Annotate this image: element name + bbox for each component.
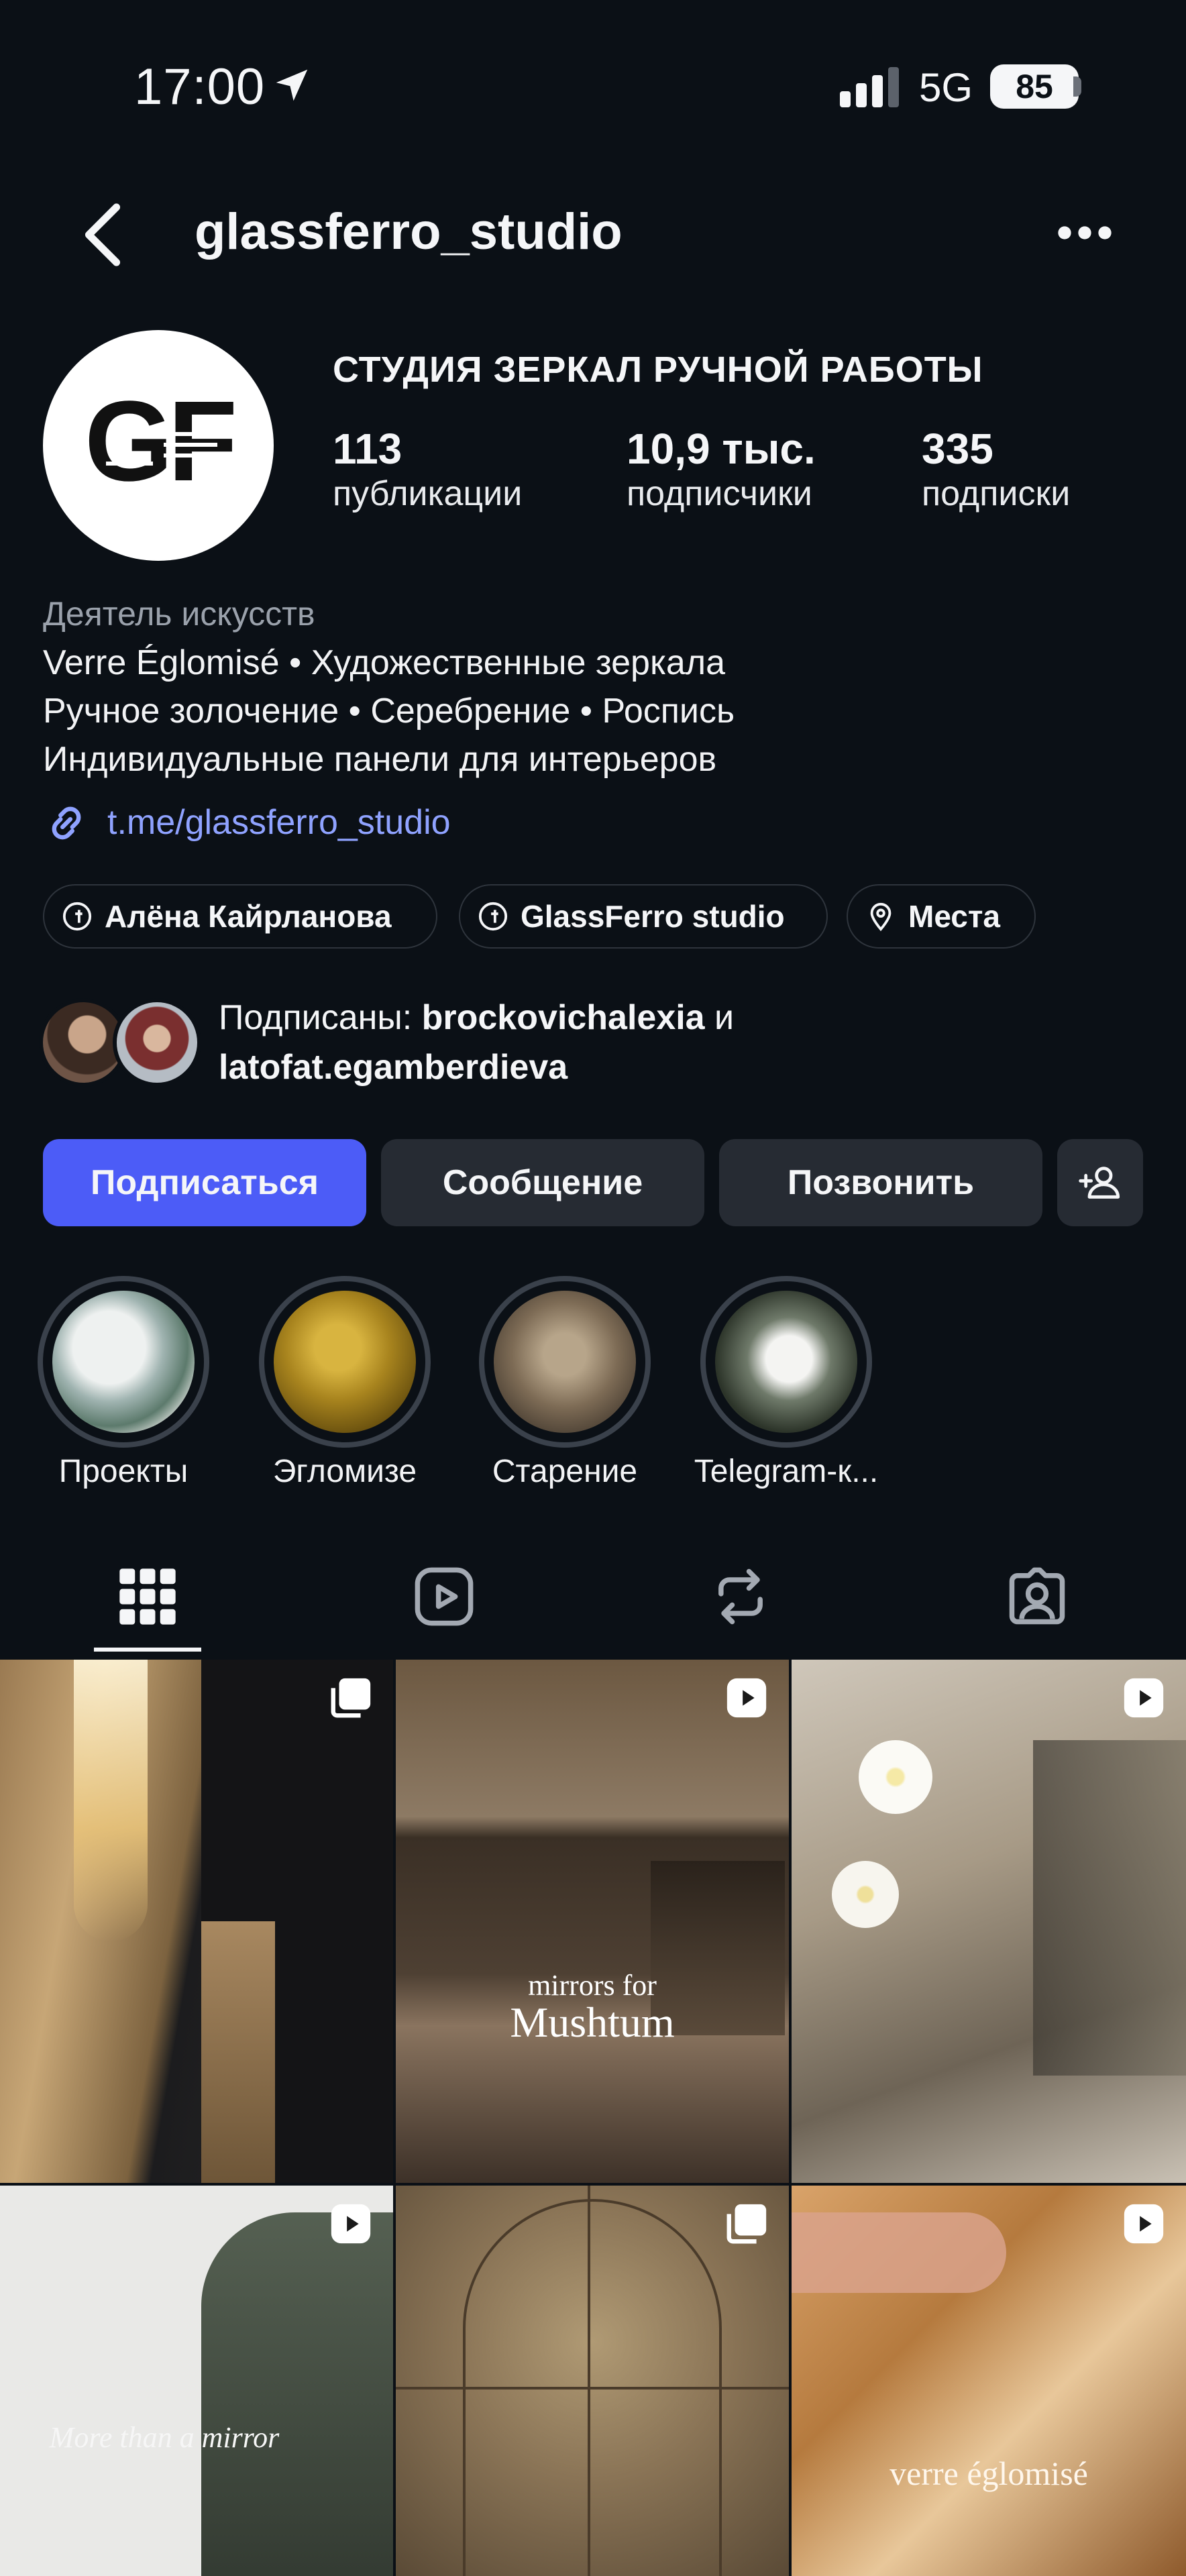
- threads-icon: [62, 902, 92, 931]
- highlight-telegram[interactable]: [700, 1276, 872, 1448]
- stat-followers-value: 10,9 тыс.: [627, 425, 816, 473]
- carousel-icon: [726, 2204, 767, 2244]
- reel-icon: [331, 2204, 371, 2244]
- link-icon: [52, 806, 81, 840]
- highlight-aging[interactable]: [479, 1276, 651, 1448]
- chip-threads-glassferro[interactable]: GlassFerro studio: [459, 884, 828, 949]
- threads-icon: [478, 902, 508, 931]
- signal-icon: [840, 67, 899, 107]
- post-thumbnail[interactable]: mirrors for Mushtum: [396, 1660, 789, 2183]
- mutual-avatar-2[interactable]: [113, 998, 201, 1087]
- stat-posts-value: 113: [333, 425, 402, 473]
- carousel-icon: [331, 1678, 371, 1718]
- stat-followers-label: подписчики: [627, 474, 812, 513]
- chip-label: Алёна Кайрланова: [105, 899, 392, 934]
- stat-followers[interactable]: 10,9 тыс. подписчики: [627, 424, 816, 514]
- highlight-projects[interactable]: [38, 1276, 209, 1448]
- reposts-icon[interactable]: [707, 1563, 774, 1630]
- status-time: 17:00: [134, 58, 266, 115]
- post-thumbnail[interactable]: verre églomisé: [792, 2186, 1186, 2576]
- stat-following-value: 335: [922, 425, 993, 473]
- bio-line: Verre Églomisé • Художественные зеркала: [43, 643, 726, 682]
- reel-icon: [726, 1678, 767, 1718]
- highlight-eglomise[interactable]: [259, 1276, 431, 1448]
- chip-label: GlassFerro studio: [521, 899, 785, 934]
- profile-avatar[interactable]: GF: [43, 330, 274, 561]
- gf-logo: GF: [85, 392, 237, 499]
- highlight-label: Telegram-к...: [694, 1454, 879, 1489]
- profile-display-name: СТУДИЯ ЗЕРКАЛ РУЧНОЙ РАБОТЫ: [333, 350, 983, 390]
- message-button[interactable]: Сообщение: [381, 1139, 704, 1226]
- highlight-label: Старение: [492, 1454, 638, 1489]
- mutual-user-2[interactable]: latofat.egamberdieva: [219, 1048, 568, 1087]
- profile-category: Деятель искусств: [43, 595, 315, 633]
- post-thumbnail[interactable]: [792, 1660, 1186, 2183]
- battery-tip: [1073, 76, 1081, 97]
- post-overlay-text: verre églomisé: [889, 2455, 1088, 2492]
- profile-link[interactable]: t.me/glassferro_studio: [107, 802, 451, 843]
- tagged-icon[interactable]: [1004, 1563, 1071, 1630]
- follow-button[interactable]: Подписаться: [43, 1139, 366, 1226]
- stat-following[interactable]: 335 подписки: [922, 424, 1070, 514]
- battery-indicator: 85: [990, 64, 1079, 109]
- chip-label: Места: [908, 899, 1000, 934]
- stat-following-label: подписки: [922, 474, 1071, 513]
- add-person-icon: [1079, 1167, 1120, 1199]
- grid-icon[interactable]: [114, 1563, 181, 1630]
- location-pin-icon: [870, 902, 892, 932]
- post-thumbnail[interactable]: More than a mirror: [0, 2186, 393, 2576]
- highlight-label: Проекты: [58, 1454, 188, 1489]
- bio-line: Индивидуальные панели для интерьеров: [43, 740, 717, 779]
- reel-icon: [1124, 2204, 1164, 2244]
- chip-threads-alena[interactable]: Алёна Кайрланова: [43, 884, 437, 949]
- call-button[interactable]: Позвонить: [719, 1139, 1042, 1226]
- suggested-users-button[interactable]: [1057, 1139, 1143, 1226]
- post-overlay-text: Mushtum: [510, 1998, 675, 2046]
- mutual-conj: и: [704, 998, 735, 1037]
- post-overlay-text: More than a mirror: [49, 2421, 280, 2454]
- reel-icon: [1124, 1678, 1164, 1718]
- post-thumbnail[interactable]: [396, 2186, 789, 2576]
- back-icon[interactable]: [79, 203, 126, 267]
- chip-places[interactable]: Места: [847, 884, 1036, 949]
- post-thumbnail[interactable]: [0, 1660, 393, 2183]
- bio-line: Ручное золочение • Серебрение • Роспись: [43, 692, 735, 731]
- stat-posts-label: публикации: [333, 474, 523, 513]
- mutual-prefix: Подписаны:: [219, 998, 422, 1037]
- reels-icon[interactable]: [411, 1563, 478, 1630]
- mutual-user-1[interactable]: brockovichalexia: [422, 998, 705, 1037]
- active-tab-indicator: [94, 1648, 201, 1652]
- mutual-followers-text[interactable]: Подписаны: brockovichalexia и latofat.eg…: [219, 993, 734, 1092]
- highlight-label: Эгломизе: [272, 1454, 417, 1489]
- network-type: 5G: [919, 65, 973, 110]
- more-options-icon[interactable]: [1056, 223, 1114, 243]
- stat-posts[interactable]: 113 публикации: [333, 424, 522, 514]
- profile-username: glassferro_studio: [195, 203, 623, 260]
- location-arrow-icon: [276, 69, 308, 101]
